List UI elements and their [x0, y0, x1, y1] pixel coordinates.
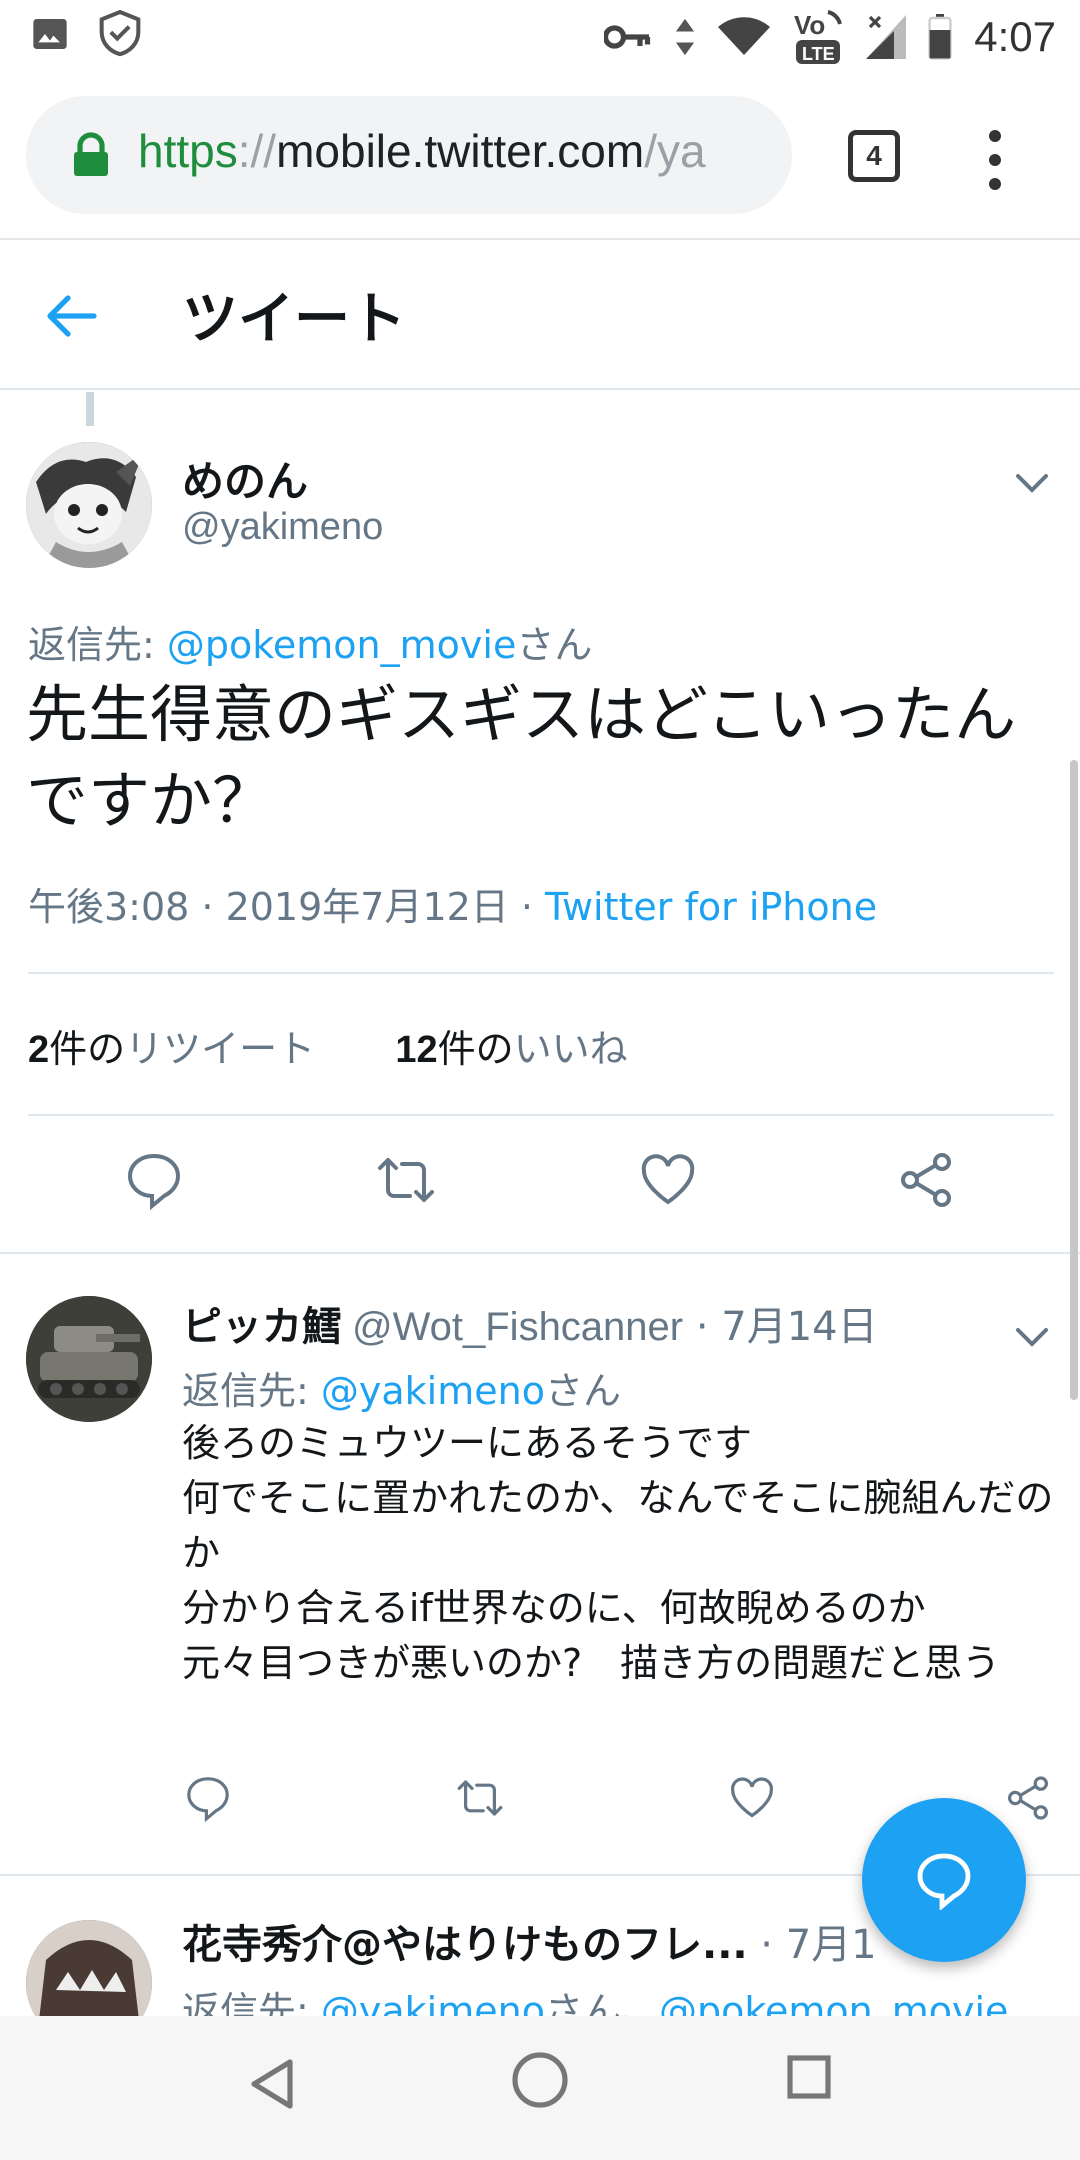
browser-toolbar: https://mobile.twitter.com/ya 4 — [0, 72, 1080, 240]
svg-text:LTE: LTE — [802, 44, 835, 64]
like-count-label: いいね — [513, 1027, 628, 1071]
volte-icon: Vo LTE — [794, 10, 843, 64]
retweet-count-label: リツイート — [125, 1027, 316, 1071]
clock: 4:07 — [974, 13, 1056, 60]
reply-to-suffix: さん、 — [544, 1989, 659, 2016]
page-title: ツイート — [182, 287, 406, 352]
avatar-image — [26, 1920, 152, 2016]
author-name[interactable]: めのん — [182, 448, 308, 509]
svg-text:Vo: Vo — [794, 10, 825, 40]
retweet-count: 2 — [28, 1029, 50, 1071]
reply-date[interactable]: · 7月14日 — [683, 1304, 878, 1350]
chevron-down-icon[interactable] — [1012, 462, 1052, 502]
page-header: ツイート — [0, 240, 1080, 390]
retweet-count-link[interactable]: 2件のリツイート — [28, 1027, 315, 1071]
signal-icon — [866, 15, 907, 59]
share-icon[interactable] — [896, 1150, 956, 1210]
share-icon[interactable] — [1004, 1774, 1052, 1822]
avatar[interactable] — [26, 1296, 152, 1422]
reply-author-name[interactable]: 花寺秀介@やはりけものフレ... — [182, 1922, 748, 1968]
url-text: https://mobile.twitter.com/ya — [138, 124, 706, 178]
avatar[interactable] — [26, 442, 152, 568]
image-icon — [33, 19, 67, 49]
tweet-actions — [0, 1150, 1080, 1222]
avatar[interactable] — [26, 1920, 152, 2016]
nav-back-icon[interactable] — [246, 2056, 296, 2112]
engagement-counts: 2件のリツイート 12件のいいね — [28, 1018, 628, 1073]
reply-to-link[interactable]: @yakimeno — [321, 1989, 545, 2016]
reply-icon[interactable] — [184, 1774, 232, 1822]
reply-author-name[interactable]: ピッカ鱈 — [182, 1304, 342, 1350]
like-icon[interactable] — [638, 1150, 698, 1210]
url-path: /ya — [644, 125, 706, 177]
data-arrows-icon — [676, 18, 695, 56]
dot-icon — [989, 154, 1001, 166]
nav-recents-icon[interactable] — [786, 2054, 832, 2100]
tab-switcher-button[interactable]: 4 — [848, 130, 900, 182]
divider — [28, 972, 1054, 974]
retweet-count-unit: 件の — [49, 1027, 126, 1071]
system-navigation-bar — [0, 2016, 1080, 2160]
tweet-source-link[interactable]: Twitter for iPhone — [545, 885, 877, 929]
lock-icon — [74, 132, 108, 176]
compose-reply-button[interactable] — [862, 1798, 1026, 1962]
shield-check-icon — [99, 10, 141, 57]
like-icon[interactable] — [728, 1774, 776, 1822]
tweet-timestamp: 午後3:08 · 2019年7月12日 · — [28, 885, 546, 929]
avatar-image — [26, 442, 152, 568]
reply-text: 後ろのミュウツーにあるそうです 何でそこに置かれたのか、なんでそこに腕組んだのか… — [182, 1421, 1054, 1685]
thread-connector — [86, 392, 94, 426]
reply-to-label: 返信先: — [182, 1989, 321, 2016]
author-handle[interactable]: @yakimeno — [182, 506, 383, 549]
back-arrow-icon[interactable] — [42, 288, 98, 344]
url-host: mobile.twitter.com — [276, 125, 645, 177]
reply-to-label: 返信先: — [182, 1369, 321, 1413]
like-count-unit: 件の — [437, 1027, 514, 1071]
scrollbar[interactable] — [1070, 760, 1078, 1400]
like-count-link[interactable]: 12件のいいね — [395, 1027, 627, 1071]
tweet-text: 先生得意のギスギスはどこいったんですか？ — [26, 678, 1017, 837]
reply-to-link[interactable]: @pokemon_movie — [167, 623, 516, 667]
url-scheme: https — [138, 125, 238, 177]
dot-icon — [989, 130, 1001, 142]
retweet-icon[interactable] — [376, 1150, 436, 1210]
reply-header: 花寺秀介@やはりけものフレ... · 7月1 — [182, 1912, 877, 1970]
reply-to-line: 返信先: @yakimenoさん、@pokemon_movie — [182, 1980, 1008, 2016]
nav-home-icon[interactable] — [510, 2050, 570, 2110]
chevron-down-icon[interactable] — [1012, 1316, 1052, 1356]
reply-to-line: 返信先: @pokemon_movieさん — [28, 614, 592, 669]
reply-to-suffix: さん — [544, 1369, 621, 1413]
reply-to-suffix: さん — [516, 623, 593, 667]
battery-icon — [928, 14, 952, 60]
reply-author-handle[interactable]: @Wot_Fishcanner — [352, 1305, 683, 1349]
retweet-icon[interactable] — [456, 1774, 504, 1822]
wifi-icon — [718, 17, 771, 55]
reply-to-line: 返信先: @yakimenoさん — [182, 1360, 621, 1415]
reply-header: ピッカ鱈 @Wot_Fishcanner · 7月14日 — [182, 1294, 878, 1352]
status-bar: Vo LTE 4:07 — [0, 0, 1080, 72]
reply-tweet[interactable]: ピッカ鱈 @Wot_Fishcanner · 7月14日 返信先: @yakime… — [0, 1254, 1080, 1874]
address-bar[interactable]: https://mobile.twitter.com/ya — [26, 96, 792, 214]
reply-to-link[interactable]: @yakimeno — [321, 1369, 545, 1413]
reply-to-link-2[interactable]: @pokemon_movie — [659, 1989, 1008, 2016]
divider — [28, 1114, 1054, 1116]
reply-date[interactable]: · 7月1 — [748, 1922, 876, 1968]
overflow-menu-button[interactable] — [980, 130, 1010, 190]
reply-icon — [917, 1853, 971, 1910]
avatar-image — [26, 1296, 152, 1422]
like-count: 12 — [395, 1029, 438, 1071]
dot-icon — [989, 178, 1001, 190]
reply-icon[interactable] — [124, 1150, 184, 1210]
reply-to-label: 返信先: — [28, 623, 167, 667]
vpn-key-icon — [604, 25, 651, 49]
url-separator: :// — [237, 125, 277, 177]
tweet-meta: 午後3:08 · 2019年7月12日 · Twitter for iPhone — [28, 876, 877, 931]
